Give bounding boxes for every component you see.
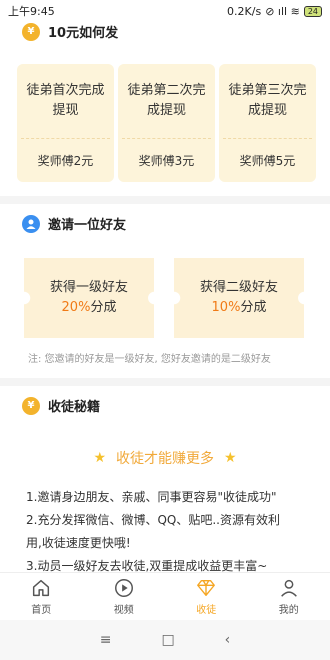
invite-share: 10%分成 xyxy=(212,298,267,318)
secrets-title: 收徒才能赚更多 xyxy=(116,451,214,467)
section-header-invite: 邀请一位好友 xyxy=(22,214,126,233)
coin-icon: ¥ xyxy=(22,396,40,415)
back-icon[interactable]: ‹ xyxy=(225,632,231,648)
system-nav-bar: ≡ □ ‹ xyxy=(0,620,330,660)
coin-icon: ¥ xyxy=(22,22,40,41)
secrets-box: ★ 收徒才能赚更多 ★ 1.邀请身边朋友、亲戚、同事更容易"收徒成功" 2.充分… xyxy=(12,432,318,573)
invite-card-level2: 获得二级好友 10%分成 xyxy=(174,258,304,338)
nav-video[interactable]: 视频 xyxy=(83,573,166,620)
invite-level-label: 获得一级好友 xyxy=(49,280,128,295)
diamond-icon xyxy=(197,579,216,597)
reward-condition: 徒弟第二次完成提现 xyxy=(127,83,206,118)
share-suffix: 分成 xyxy=(240,300,267,315)
share-percent: 10% xyxy=(211,300,241,315)
battery-icon: 24 xyxy=(303,5,322,17)
reward-card-1: 徒弟首次完成提现 奖师傅2元 xyxy=(17,64,114,182)
bottom-nav: 首页 视频 收徒 我的 xyxy=(0,572,330,620)
menu-icon[interactable]: ≡ xyxy=(100,632,112,648)
section-header-how-paid: ¥ 10元如何发 xyxy=(22,22,118,41)
section-title: 10元如何发 xyxy=(48,26,119,41)
status-right: 0.2K/s ⊘ ıll ≋ 24 xyxy=(227,5,322,18)
play-icon xyxy=(114,579,133,597)
reward-condition: 徒弟首次完成提现 xyxy=(26,83,105,118)
network-speed: 0.2K/s xyxy=(227,4,262,18)
secrets-title-row: ★ 收徒才能赚更多 ★ xyxy=(12,448,318,468)
nav-label: 视频 xyxy=(113,605,134,616)
section-divider xyxy=(0,196,330,204)
secret-line: 2.充分发挥微信、微博、QQ、贴吧..资源有效利 xyxy=(26,513,280,527)
profile-icon xyxy=(280,579,297,597)
nav-recruit[interactable]: 收徒 xyxy=(165,573,248,620)
star-icon: ★ xyxy=(93,450,106,466)
secret-line: 1.邀请身边朋友、亲戚、同事更容易"收徒成功" xyxy=(26,490,277,504)
nav-mine[interactable]: 我的 xyxy=(248,573,330,620)
invite-note: 注: 您邀请的好友是一级好友, 您好友邀请的是二级好友 xyxy=(28,354,271,365)
section-divider xyxy=(0,378,330,386)
reward-amount: 奖师傅5元 xyxy=(239,153,296,168)
invite-card-level1: 获得一级好友 20%分成 xyxy=(24,258,154,338)
nav-home[interactable]: 首页 xyxy=(0,573,83,620)
section-header-secrets: ¥ 收徒秘籍 xyxy=(22,396,100,415)
share-suffix: 分成 xyxy=(90,300,117,315)
reward-card-3: 徒弟第三次完成提现 奖师傅5元 xyxy=(219,64,316,182)
section-title: 邀请一位好友 xyxy=(48,218,127,233)
status-bar: 上午9:45 0.2K/s ⊘ ıll ≋ 24 xyxy=(0,0,330,22)
section-title: 收徒秘籍 xyxy=(48,400,101,415)
reward-amount: 奖师傅3元 xyxy=(138,153,195,168)
reward-amount: 奖师傅2元 xyxy=(37,153,94,168)
signal-icons: ⊘ ıll ≋ xyxy=(265,4,300,18)
invite-level-label: 获得二级好友 xyxy=(199,280,278,295)
share-percent: 20% xyxy=(61,300,91,315)
nav-label: 首页 xyxy=(31,605,52,616)
status-time: 上午9:45 xyxy=(8,5,55,18)
secret-line: 用,收徒速度更快哦! xyxy=(26,536,131,550)
nav-label: 收徒 xyxy=(196,605,217,616)
user-icon xyxy=(22,214,40,233)
nav-label: 我的 xyxy=(278,605,299,616)
reward-condition: 徒弟第三次完成提现 xyxy=(228,83,307,118)
invite-share: 20%分成 xyxy=(62,298,117,318)
star-icon: ★ xyxy=(224,450,237,466)
secrets-list: 1.邀请身边朋友、亲戚、同事更容易"收徒成功" 2.充分发挥微信、微博、QQ、贴… xyxy=(12,486,318,578)
home-button-icon[interactable]: □ xyxy=(161,632,174,648)
reward-card-2: 徒弟第二次完成提现 奖师傅3元 xyxy=(118,64,215,182)
home-icon xyxy=(33,579,50,597)
